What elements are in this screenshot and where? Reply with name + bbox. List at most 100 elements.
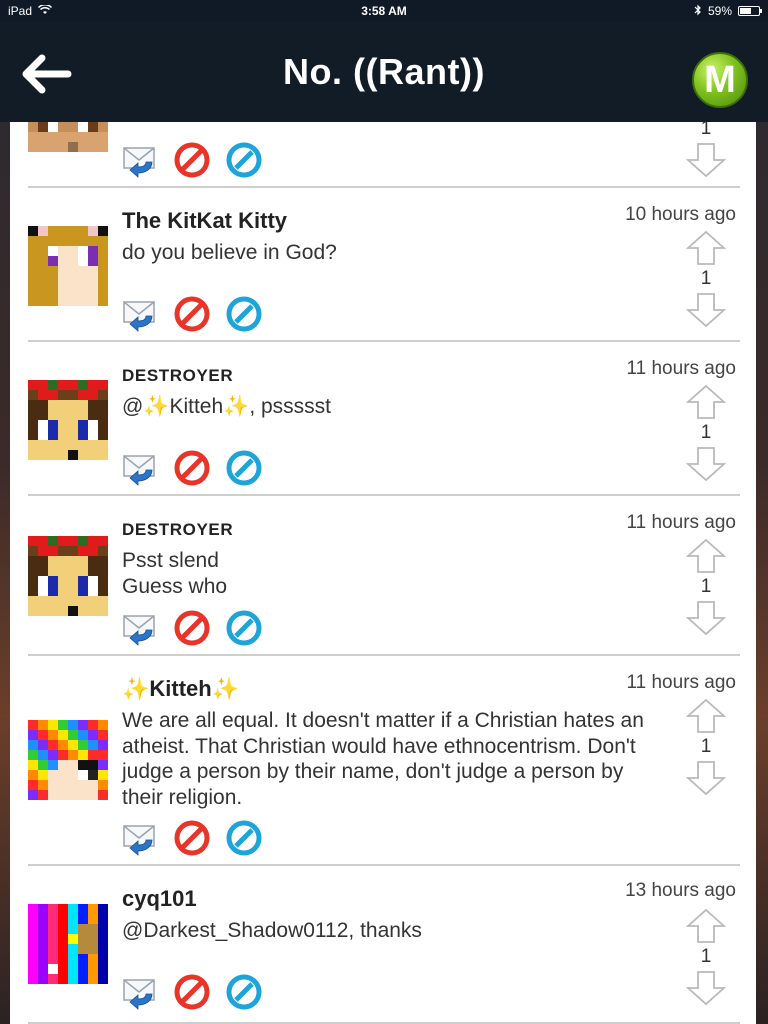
comment-time: 11 hours ago: [626, 512, 736, 533]
block-button[interactable]: [174, 142, 210, 178]
block-button[interactable]: [174, 450, 210, 486]
flag-icon: [226, 450, 262, 486]
m-logo-button[interactable]: M: [692, 52, 748, 108]
reply-envelope-icon: [122, 820, 158, 856]
vote-control: 1: [686, 908, 726, 1006]
downvote-button[interactable]: [686, 292, 726, 328]
comment-actions: [122, 820, 262, 856]
back-arrow-icon: [22, 54, 72, 94]
flag-icon: [226, 142, 262, 178]
status-time: 3:58 AM: [361, 4, 407, 18]
block-icon: [174, 820, 210, 856]
bluetooth-icon: [694, 4, 702, 19]
upvote-arrow-icon: [686, 384, 726, 420]
comment-author[interactable]: ✨Kitteh✨: [122, 676, 239, 702]
reply-button[interactable]: [122, 296, 158, 332]
block-icon: [174, 450, 210, 486]
block-button[interactable]: [174, 820, 210, 856]
battery-icon: [738, 6, 762, 16]
block-button[interactable]: [174, 296, 210, 332]
vote-count: 1: [700, 946, 712, 967]
comment-time: 10 hours ago: [625, 204, 736, 225]
logo-letter: M: [704, 58, 736, 101]
comment-text: @✨Kitteh✨, pssssst: [122, 395, 331, 418]
reply-button[interactable]: [122, 610, 158, 646]
reply-envelope-icon: [122, 450, 158, 486]
comment-text: We are all equal. It doesn't matter if a…: [122, 709, 644, 809]
upvote-arrow-icon: [686, 698, 726, 734]
comment-text: Psst slend Guess who: [122, 549, 228, 598]
avatar: [28, 536, 108, 616]
device-label: iPad: [8, 4, 33, 18]
upvote-button[interactable]: [686, 698, 726, 734]
vote-control: 1: [686, 384, 726, 482]
upvote-arrow-icon: [686, 538, 726, 574]
flag-button[interactable]: [226, 610, 262, 646]
downvote-button[interactable]: [686, 142, 726, 178]
comment-item: DESTROYER 11 hours ago Psst slend Guess …: [28, 496, 740, 656]
flag-button[interactable]: [226, 296, 262, 332]
downvote-arrow-icon: [686, 142, 726, 178]
comment-list[interactable]: 1 The KitKat Kitty 10 hours ago do you b…: [10, 122, 756, 1024]
reply-envelope-icon: [122, 142, 158, 178]
upvote-arrow-icon: [686, 908, 726, 944]
flag-button[interactable]: [226, 974, 262, 1010]
upvote-arrow-icon: [686, 230, 726, 266]
flag-icon: [226, 820, 262, 856]
downvote-arrow-icon: [686, 292, 726, 328]
page-title: No. ((Rant)): [283, 51, 485, 92]
upvote-button[interactable]: [686, 908, 726, 944]
upvote-button[interactable]: [686, 538, 726, 574]
comment-item: The KitKat Kitty 10 hours ago do you bel…: [28, 188, 740, 342]
flag-button[interactable]: [226, 450, 262, 486]
vote-control: 1: [686, 122, 726, 178]
reply-button[interactable]: [122, 974, 158, 1010]
flag-icon: [226, 610, 262, 646]
comment-author[interactable]: DESTROYER: [122, 366, 233, 386]
block-button[interactable]: [174, 974, 210, 1010]
vote-count: 1: [700, 122, 712, 139]
comment-author[interactable]: DESTROYER: [122, 520, 233, 540]
comment-item: cyq101 13 hours ago @Darkest_Shadow0112,…: [28, 866, 740, 1024]
status-bar: iPad 3:58 AM 59%: [0, 0, 768, 22]
avatar: [28, 226, 108, 306]
comment-actions: [122, 142, 262, 178]
nav-bar: No. ((Rant)) M: [0, 22, 768, 122]
block-icon: [174, 610, 210, 646]
flag-button[interactable]: [226, 142, 262, 178]
downvote-arrow-icon: [686, 446, 726, 482]
vote-control: 1: [686, 230, 726, 328]
downvote-button[interactable]: [686, 446, 726, 482]
comment-actions: [122, 610, 262, 646]
vote-count: 1: [700, 576, 712, 597]
comment-author[interactable]: The KitKat Kitty: [122, 208, 287, 234]
avatar: [28, 122, 108, 152]
downvote-button[interactable]: [686, 600, 726, 636]
upvote-button[interactable]: [686, 384, 726, 420]
flag-button[interactable]: [226, 820, 262, 856]
downvote-arrow-icon: [686, 970, 726, 1006]
downvote-button[interactable]: [686, 760, 726, 796]
reply-button[interactable]: [122, 450, 158, 486]
comment-item-partial: 1: [28, 122, 740, 188]
vote-count: 1: [700, 268, 712, 289]
reply-button[interactable]: [122, 820, 158, 856]
avatar: [28, 380, 108, 460]
block-icon: [174, 296, 210, 332]
upvote-button[interactable]: [686, 230, 726, 266]
downvote-button[interactable]: [686, 970, 726, 1006]
comment-actions: [122, 296, 262, 332]
back-button[interactable]: [20, 52, 72, 96]
battery-percent: 59%: [707, 4, 732, 18]
reply-button[interactable]: [122, 142, 158, 178]
downvote-arrow-icon: [686, 600, 726, 636]
block-icon: [174, 974, 210, 1010]
comment-time: 11 hours ago: [626, 672, 736, 693]
vote-count: 1: [700, 422, 712, 443]
comment-author[interactable]: cyq101: [122, 886, 197, 912]
vote-control: 1: [686, 538, 726, 636]
block-button[interactable]: [174, 610, 210, 646]
comment-item: ✨Kitteh✨ 11 hours ago We are all equal. …: [28, 656, 740, 866]
comment-text: @Darkest_Shadow0112, thanks: [122, 919, 422, 942]
flag-icon: [226, 296, 262, 332]
